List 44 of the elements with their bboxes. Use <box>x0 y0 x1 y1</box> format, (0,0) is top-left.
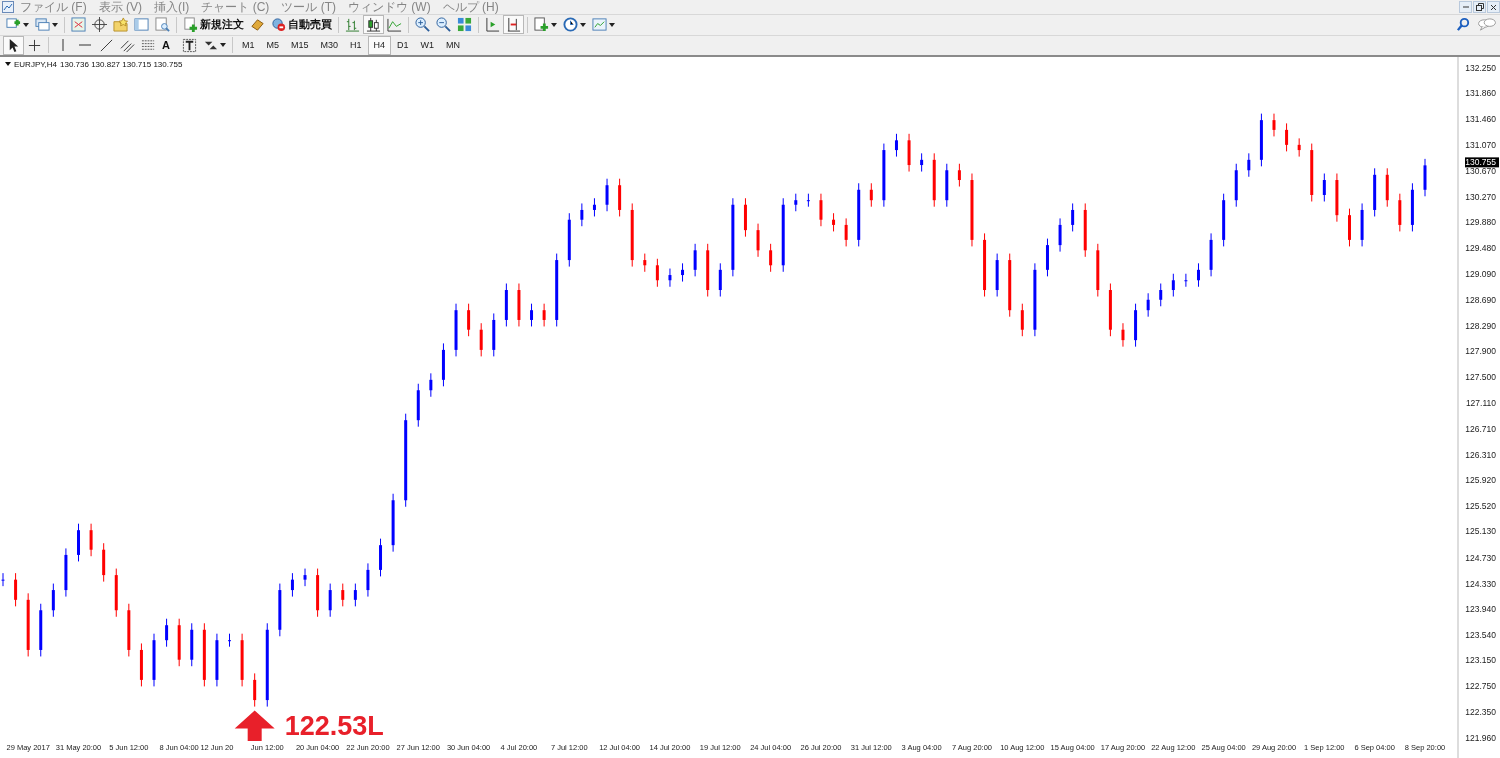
price-label: 131.070 <box>1465 139 1496 150</box>
price-label: 124.330 <box>1465 578 1496 589</box>
price-label: 129.880 <box>1465 217 1496 228</box>
price-label: 125.130 <box>1465 526 1496 537</box>
timeframe-button[interactable]: M15 <box>285 35 315 55</box>
price-label: 130.270 <box>1465 191 1496 202</box>
timeframe-button[interactable]: M30 <box>314 35 345 55</box>
timeframe-button[interactable]: D1 <box>391 35 415 55</box>
timeframe-button[interactable]: MN <box>440 35 467 55</box>
price-label: 128.290 <box>1465 320 1496 331</box>
price-label: 124.730 <box>1465 552 1496 563</box>
new-order-button[interactable]: 新規注文 <box>180 15 247 35</box>
price-label: 132.250 <box>1465 63 1496 74</box>
price-label: 127.110 <box>1465 397 1496 408</box>
price-label: 129.480 <box>1465 243 1496 254</box>
annotation-label: 122.53L <box>284 710 384 741</box>
text-tool-button[interactable]: A <box>159 35 179 55</box>
price-label: 123.150 <box>1465 655 1496 666</box>
price-label: 127.500 <box>1465 372 1496 383</box>
price-label: 123.940 <box>1465 603 1496 614</box>
timeframe-button[interactable]: H1 <box>344 35 368 55</box>
price-label: 126.710 <box>1465 423 1496 434</box>
chart-symbol: EURJPY,H4 <box>14 60 57 69</box>
price-label: 125.520 <box>1465 501 1496 512</box>
timeframe-button[interactable]: H4 <box>367 35 392 55</box>
price-label: 129.090 <box>1465 268 1496 279</box>
timeframe-button[interactable]: W1 <box>414 35 441 55</box>
price-label: 130.670 <box>1465 165 1496 176</box>
price-label: 122.750 <box>1465 681 1496 692</box>
price-label: 126.310 <box>1465 449 1496 460</box>
chart-quote: 130.736 130.827 130.715 130.755 <box>60 60 183 69</box>
price-tag: 130.755 <box>1465 157 1499 168</box>
price-label: 125.920 <box>1465 475 1496 486</box>
price-label: 131.860 <box>1465 88 1496 99</box>
price-label: 123.540 <box>1465 630 1496 640</box>
menu-item[interactable]: チャート (C) <box>195 0 276 14</box>
price-label: 128.690 <box>1465 294 1496 305</box>
timeframe-button[interactable]: M1 <box>236 35 261 55</box>
price-label: 131.460 <box>1465 114 1496 125</box>
price-label: 127.900 <box>1465 346 1496 357</box>
timeframe-button[interactable]: M5 <box>260 35 286 55</box>
price-label: 121.960 <box>1465 732 1496 743</box>
auto-trading-button[interactable]: 自動売買 <box>268 15 335 35</box>
price-label: 122.350 <box>1465 707 1496 718</box>
